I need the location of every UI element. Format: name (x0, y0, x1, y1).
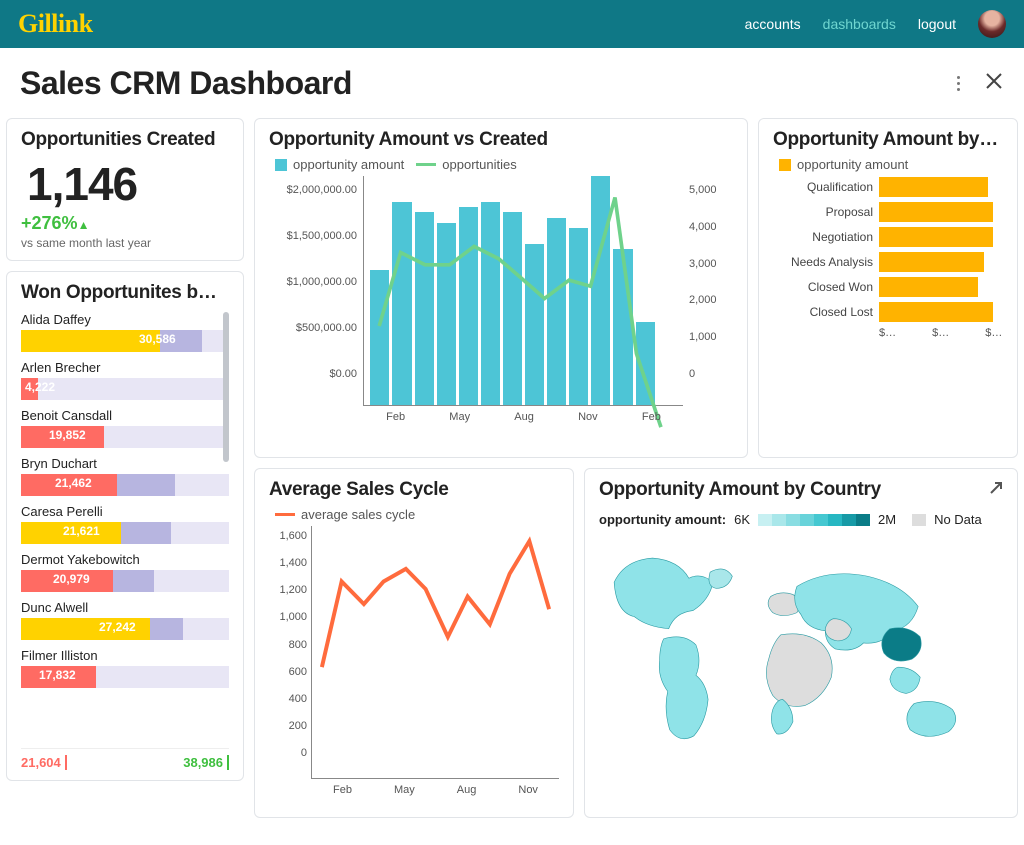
won-row-bar: 21,621 (21, 522, 229, 544)
won-row-name: Dunc Alwell (21, 600, 229, 615)
ovc-legend: opportunity amount opportunities (275, 157, 733, 172)
won-row[interactable]: Arlen Brecher 4,222 (21, 360, 229, 400)
stage-plot: Qualification Proposal Negotiation Needs An… (773, 177, 1003, 322)
asc-y-axis: 1,6001,4001,2001,0008006004002000 (269, 526, 311, 779)
won-row-bar: 27,242 (21, 618, 229, 640)
up-triangle-icon: ▲ (78, 218, 90, 232)
asc-title: Average Sales Cycle (269, 479, 559, 501)
won-title: Won Opportunites b… (21, 282, 229, 304)
page-header: Sales CRM Dashboard (0, 48, 1024, 118)
nav-accounts[interactable]: accounts (745, 16, 801, 32)
stage-row: Closed Won (773, 277, 1003, 297)
won-footer-red: 21,604 (21, 755, 67, 770)
nav-logout[interactable]: logout (918, 16, 956, 32)
close-icon[interactable] (984, 71, 1004, 96)
won-row-name: Caresa Perelli (21, 504, 229, 519)
line-swatch-icon (275, 513, 295, 516)
world-map (599, 533, 1003, 773)
nodata-swatch (912, 514, 926, 526)
square-icon (275, 159, 287, 171)
won-row-bar: 21,462 (21, 474, 229, 496)
ovc-plot: FebMayAugNovFeb (363, 176, 683, 406)
asc-x-axis: FebMayAugNov (312, 784, 559, 796)
ovc-x-axis: FebMayAugNovFeb (364, 411, 683, 423)
won-list: Alida Daffey 30,586 Arlen Brecher 4,222 Beno… (21, 312, 229, 744)
kpi-delta: +276%▲ (21, 213, 229, 234)
won-row[interactable]: Alida Daffey 30,586 (21, 312, 229, 352)
asc-plot: FebMayAugNov (311, 526, 559, 779)
card-won-opportunities[interactable]: Won Opportunites b… Alida Daffey 30,586 Ar… (6, 271, 244, 781)
won-row-name: Arlen Brecher (21, 360, 229, 375)
dashboard-grid: Opportunities Created 1,146 +276%▲ vs sa… (0, 118, 1024, 828)
won-row[interactable]: Dermot Yakebowitch 20,979 (21, 552, 229, 592)
stage-row: Proposal (773, 202, 1003, 222)
won-row-bar: 30,586 (21, 330, 229, 352)
won-row-name: Dermot Yakebowitch (21, 552, 229, 567)
won-row-name: Alida Daffey (21, 312, 229, 327)
square-icon (779, 159, 791, 171)
stage-row: Qualification (773, 177, 1003, 197)
won-row-name: Bryn Duchart (21, 456, 229, 471)
won-row[interactable]: Bryn Duchart 21,462 (21, 456, 229, 496)
ovc-title: Opportunity Amount vs Created (269, 129, 733, 151)
won-row-bar: 4,222 (21, 378, 229, 400)
won-row-bar: 17,832 (21, 666, 229, 688)
stage-x-axis: $…$…$… (879, 327, 1003, 339)
top-nav: accounts dashboards logout (745, 10, 1006, 38)
stage-row: Needs Analysis (773, 252, 1003, 272)
ovc-y-axis-left: $2,000,000.00$1,500,000.00$1,000,000.00$… (269, 176, 359, 406)
nav-dashboards[interactable]: dashboards (823, 16, 896, 32)
won-row-name: Filmer Illiston (21, 648, 229, 663)
won-row[interactable]: Benoit Cansdall 19,852 (21, 408, 229, 448)
card-opp-amount-vs-created[interactable]: Opportunity Amount vs Created opportunit… (254, 118, 748, 458)
topbar: Gillink accounts dashboards logout (0, 0, 1024, 48)
avatar[interactable] (978, 10, 1006, 38)
card-opp-amount-by-country[interactable]: Opportunity Amount by Country opportunit… (584, 468, 1018, 818)
won-row-name: Benoit Cansdall (21, 408, 229, 423)
won-footer: 21,604 38,986 (21, 748, 229, 770)
expand-icon[interactable] (987, 479, 1005, 497)
won-row[interactable]: Caresa Perelli 21,621 (21, 504, 229, 544)
won-row[interactable]: Filmer Illiston 17,832 (21, 648, 229, 688)
won-row-bar: 20,979 (21, 570, 229, 592)
card-average-sales-cycle[interactable]: Average Sales Cycle average sales cycle … (254, 468, 574, 818)
stage-row: Closed Lost (773, 302, 1003, 322)
page-title: Sales CRM Dashboard (20, 65, 352, 102)
kpi-title: Opportunities Created (21, 129, 229, 151)
map-title: Opportunity Amount by Country (599, 479, 881, 501)
kebab-menu-icon[interactable] (957, 76, 960, 91)
map-legend: opportunity amount: 6K 2M No Data (599, 512, 1003, 527)
kpi-value: 1,146 (27, 157, 229, 211)
won-row[interactable]: Dunc Alwell 27,242 (21, 600, 229, 640)
stage-title: Opportunity Amount by St… (773, 129, 1003, 151)
brand-logo: Gillink (18, 9, 93, 39)
won-footer-green: 38,986 (183, 755, 229, 770)
kpi-compare: vs same month last year (21, 236, 229, 250)
won-row-bar: 19,852 (21, 426, 229, 448)
stage-row: Negotiation (773, 227, 1003, 247)
line-swatch-icon (416, 163, 436, 166)
card-opp-amount-by-stage[interactable]: Opportunity Amount by St… opportunity am… (758, 118, 1018, 458)
ovc-y-axis-right: 5,0004,0003,0002,0001,0000 (687, 176, 733, 406)
card-opportunities-created[interactable]: Opportunities Created 1,146 +276%▲ vs sa… (6, 118, 244, 261)
ovc-line-overlay (370, 176, 676, 482)
